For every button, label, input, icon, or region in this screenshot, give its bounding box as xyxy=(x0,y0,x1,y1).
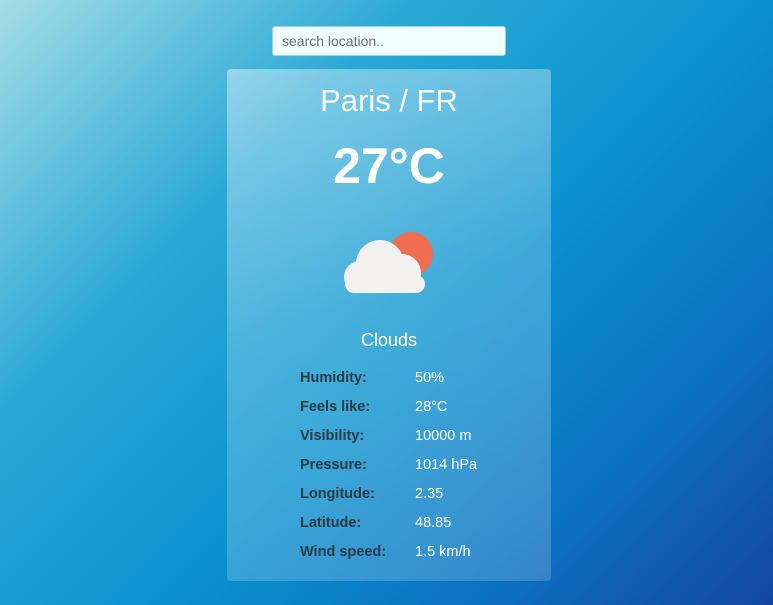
detail-row-wind-speed: Wind speed: 1.5 km/h xyxy=(300,542,540,571)
detail-label: Wind speed: xyxy=(300,544,387,560)
detail-label: Pressure: xyxy=(300,457,367,473)
detail-label: Visibility: xyxy=(300,428,365,444)
detail-label: Humidity: xyxy=(300,370,367,386)
details-list: Humidity: 50% Feels like: 28°C Visibilit… xyxy=(300,368,540,571)
detail-row-visibility: Visibility: 10000 m xyxy=(300,426,540,455)
detail-row-pressure: Pressure: 1014 hPa xyxy=(300,455,540,484)
detail-row-humidity: Humidity: 50% xyxy=(300,368,540,397)
detail-label: Longitude: xyxy=(300,486,375,502)
detail-value: 1014 hPa xyxy=(415,457,478,473)
detail-row-feels-like: Feels like: 28°C xyxy=(300,397,540,426)
cloud-sun-icon xyxy=(340,227,440,297)
location-title: Paris / FR xyxy=(320,83,458,118)
detail-value: 10000 m xyxy=(415,428,472,444)
detail-value: 50% xyxy=(415,370,445,386)
detail-value: 28°C xyxy=(415,399,448,415)
detail-label: Latitude: xyxy=(300,515,362,531)
weather-card: Paris / FR 27°C Clouds Humidity: 50% Fee… xyxy=(227,69,551,581)
temperature-value: 27°C xyxy=(333,138,445,194)
search-input[interactable] xyxy=(272,26,506,56)
detail-row-latitude: Latitude: 48.85 xyxy=(300,513,540,542)
search-bar xyxy=(272,26,506,56)
detail-value: 48.85 xyxy=(415,515,452,531)
detail-value: 2.35 xyxy=(415,486,444,502)
detail-label: Feels like: xyxy=(300,399,371,415)
detail-value: 1.5 km/h xyxy=(415,544,471,560)
condition-label: Clouds xyxy=(360,330,418,350)
detail-row-longitude: Longitude: 2.35 xyxy=(300,484,540,513)
